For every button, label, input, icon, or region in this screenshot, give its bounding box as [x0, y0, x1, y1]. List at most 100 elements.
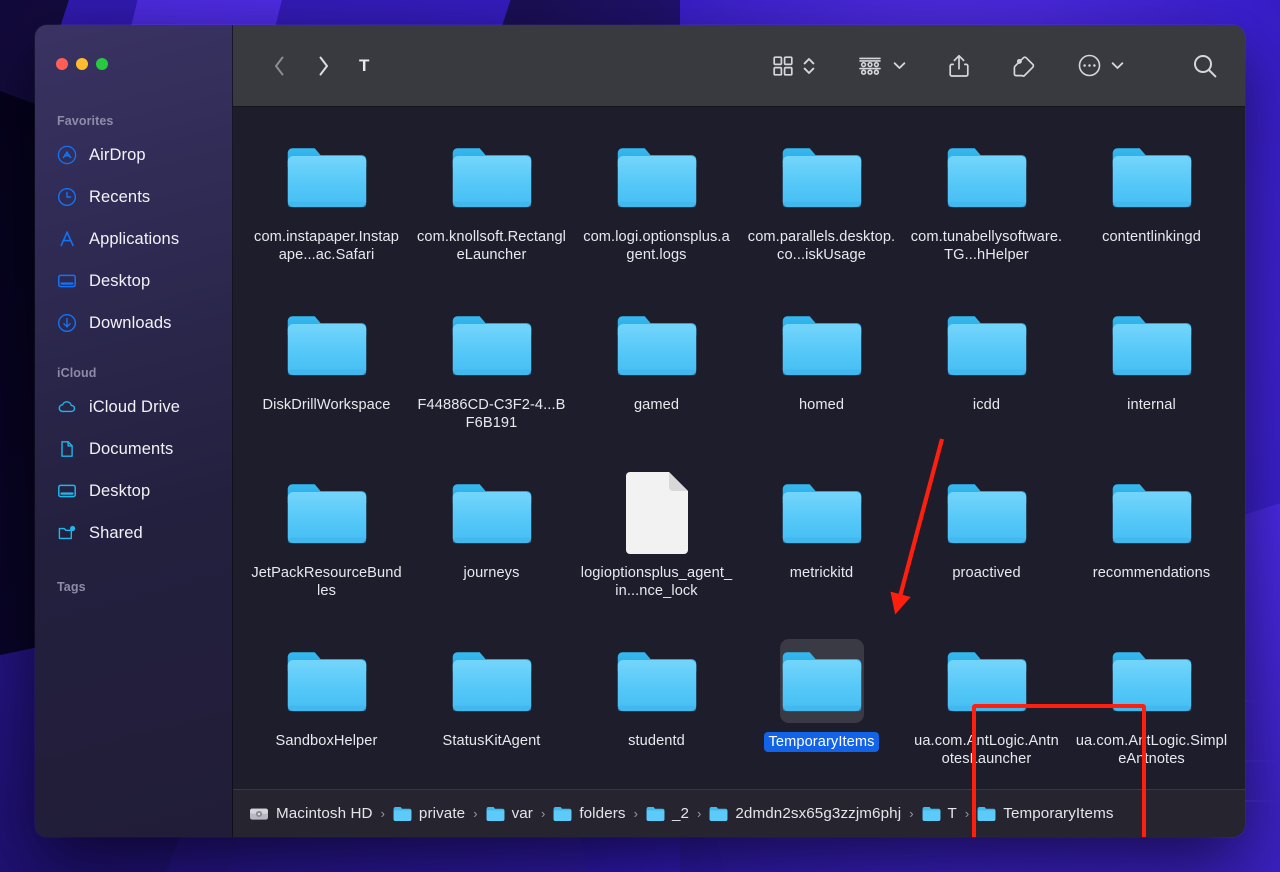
- file-item[interactable]: ua.com.AntLogic.SimpleAntnotes: [1069, 633, 1234, 801]
- file-icon: [615, 303, 699, 387]
- file-item[interactable]: DiskDrillWorkspace: [244, 297, 409, 465]
- file-label: logioptionsplus_agent_in...nce_lock: [580, 565, 733, 600]
- file-item[interactable]: com.parallels.desktop.co...iskUsage: [739, 129, 904, 297]
- back-button[interactable]: [257, 55, 301, 77]
- file-item[interactable]: studentd: [574, 633, 739, 801]
- file-label: icdd: [972, 397, 1001, 413]
- file-item[interactable]: contentlinkingd: [1069, 129, 1234, 297]
- file-item[interactable]: com.logi.optionsplus.agent.logs: [574, 129, 739, 297]
- breadcrumb-label: folders: [579, 805, 626, 822]
- breadcrumb-label: 2dmdn2sx65g3zzjm6phj: [735, 805, 902, 822]
- folder-icon: [452, 484, 531, 544]
- sidebar-item-applications[interactable]: Applications: [35, 218, 232, 260]
- minimize-button[interactable]: [76, 58, 88, 70]
- file-item[interactable]: gamed: [574, 297, 739, 465]
- file-item[interactable]: internal: [1069, 297, 1234, 465]
- file-item[interactable]: recommendations: [1069, 465, 1234, 633]
- chevron-left-icon: [274, 56, 283, 75]
- breadcrumb-item[interactable]: _2: [646, 805, 689, 822]
- breadcrumb-item[interactable]: folders: [553, 805, 626, 822]
- tag-icon: [1013, 55, 1035, 77]
- group-by-control[interactable]: [856, 54, 907, 78]
- finder-window[interactable]: Favorites AirDrop Recents Applications D…: [35, 25, 1245, 837]
- group-by-icon[interactable]: [856, 54, 884, 78]
- file-item[interactable]: F44886CD-C3F2-4...BF6B191: [409, 297, 574, 465]
- file-icon: [450, 639, 534, 723]
- breadcrumb-item[interactable]: T: [922, 805, 957, 822]
- breadcrumb-separator: ›: [473, 806, 478, 821]
- sidebar-item-label: AirDrop: [89, 145, 146, 164]
- folder-icon: [452, 652, 531, 712]
- shared-folder-icon: [57, 523, 77, 543]
- folder-icon: [287, 652, 366, 712]
- toolbar: T: [233, 25, 1245, 107]
- file-item[interactable]: com.instapaper.Instapape...ac.Safari: [244, 129, 409, 297]
- file-item[interactable]: JetPackResourceBundles: [244, 465, 409, 633]
- sidebar-item-downloads[interactable]: Downloads: [35, 302, 232, 344]
- breadcrumb-item[interactable]: private: [393, 805, 465, 822]
- harddrive-icon: [250, 808, 268, 820]
- document-icon: [625, 472, 688, 554]
- file-item[interactable]: com.knollsoft.RectangleLauncher: [409, 129, 574, 297]
- tag-button[interactable]: [1011, 53, 1037, 79]
- sidebar-item-icloud-drive[interactable]: iCloud Drive: [35, 386, 232, 428]
- breadcrumb-label: TemporaryItems: [1003, 805, 1114, 822]
- folder-icon: [947, 484, 1026, 544]
- file-item[interactable]: homed: [739, 297, 904, 465]
- view-control-group[interactable]: [771, 54, 816, 78]
- file-icon: [615, 639, 699, 723]
- chevron-down-icon[interactable]: [892, 58, 907, 73]
- sidebar-item-recents[interactable]: Recents: [35, 176, 232, 218]
- breadcrumb-separator: ›: [964, 806, 970, 821]
- sidebar-item-shared[interactable]: Shared: [35, 512, 232, 554]
- file-icon: [1110, 135, 1194, 219]
- sidebar-section-favorites: Favorites: [57, 114, 114, 128]
- folder-icon: [617, 652, 696, 712]
- breadcrumb-item[interactable]: 2dmdn2sx65g3zzjm6phj: [709, 805, 901, 822]
- file-label: TemporaryItems: [764, 732, 879, 753]
- breadcrumb-item[interactable]: var: [486, 805, 533, 822]
- downloads-icon: [57, 313, 77, 333]
- breadcrumb-item[interactable]: Macintosh HD: [249, 805, 373, 822]
- chevron-down-icon[interactable]: [1110, 58, 1125, 73]
- clock-icon: [57, 187, 77, 207]
- chevron-updown-icon[interactable]: [802, 54, 816, 78]
- more-options-control[interactable]: [1077, 53, 1125, 78]
- maximize-button[interactable]: [96, 58, 108, 70]
- folder-icon: [782, 316, 861, 376]
- folder-icon: [782, 148, 861, 208]
- sidebar-item-airdrop[interactable]: AirDrop: [35, 134, 232, 176]
- file-item[interactable]: metrickitd: [739, 465, 904, 633]
- breadcrumb-label: Macintosh HD: [276, 805, 373, 822]
- file-item[interactable]: SandboxHelper: [244, 633, 409, 801]
- file-item[interactable]: com.tunabellysoftware.TG...hHelper: [904, 129, 1069, 297]
- file-item-selected[interactable]: TemporaryItems: [739, 633, 904, 801]
- forward-button[interactable]: [301, 55, 345, 77]
- applications-icon: [57, 229, 77, 249]
- sidebar-item-label: iCloud Drive: [89, 397, 181, 416]
- file-label: proactived: [952, 565, 1021, 581]
- share-icon: [949, 54, 969, 77]
- folder-icon: [646, 806, 665, 821]
- file-item[interactable]: ua.com.AntLogic.AntnotesLauncher: [904, 633, 1069, 801]
- sidebar-item-desktop-icloud[interactable]: Desktop: [35, 470, 232, 512]
- file-label: F44886CD-C3F2-4...BF6B191: [417, 397, 566, 432]
- file-item[interactable]: journeys: [409, 465, 574, 633]
- file-icon: [285, 303, 369, 387]
- file-item[interactable]: icdd: [904, 297, 1069, 465]
- sidebar-item-documents[interactable]: Documents: [35, 428, 232, 470]
- sidebar-item-desktop[interactable]: Desktop: [35, 260, 232, 302]
- search-button[interactable]: [1191, 52, 1219, 80]
- grid-view-icon[interactable]: [771, 54, 795, 78]
- file-grid-area[interactable]: com.instapaper.Instapape...ac.Safari com.…: [233, 107, 1245, 837]
- breadcrumb-item[interactable]: TemporaryItems: [977, 805, 1113, 822]
- share-button[interactable]: [947, 53, 971, 79]
- more-ellipsis-icon[interactable]: [1077, 53, 1102, 78]
- close-button[interactable]: [56, 58, 68, 70]
- file-item[interactable]: proactived: [904, 465, 1069, 633]
- file-label: DiskDrillWorkspace: [262, 397, 391, 413]
- sidebar-section-tags: Tags: [57, 580, 86, 594]
- breadcrumb-separator: ›: [380, 806, 385, 821]
- file-item[interactable]: logioptionsplus_agent_in...nce_lock: [574, 465, 739, 633]
- file-item[interactable]: StatusKitAgent: [409, 633, 574, 801]
